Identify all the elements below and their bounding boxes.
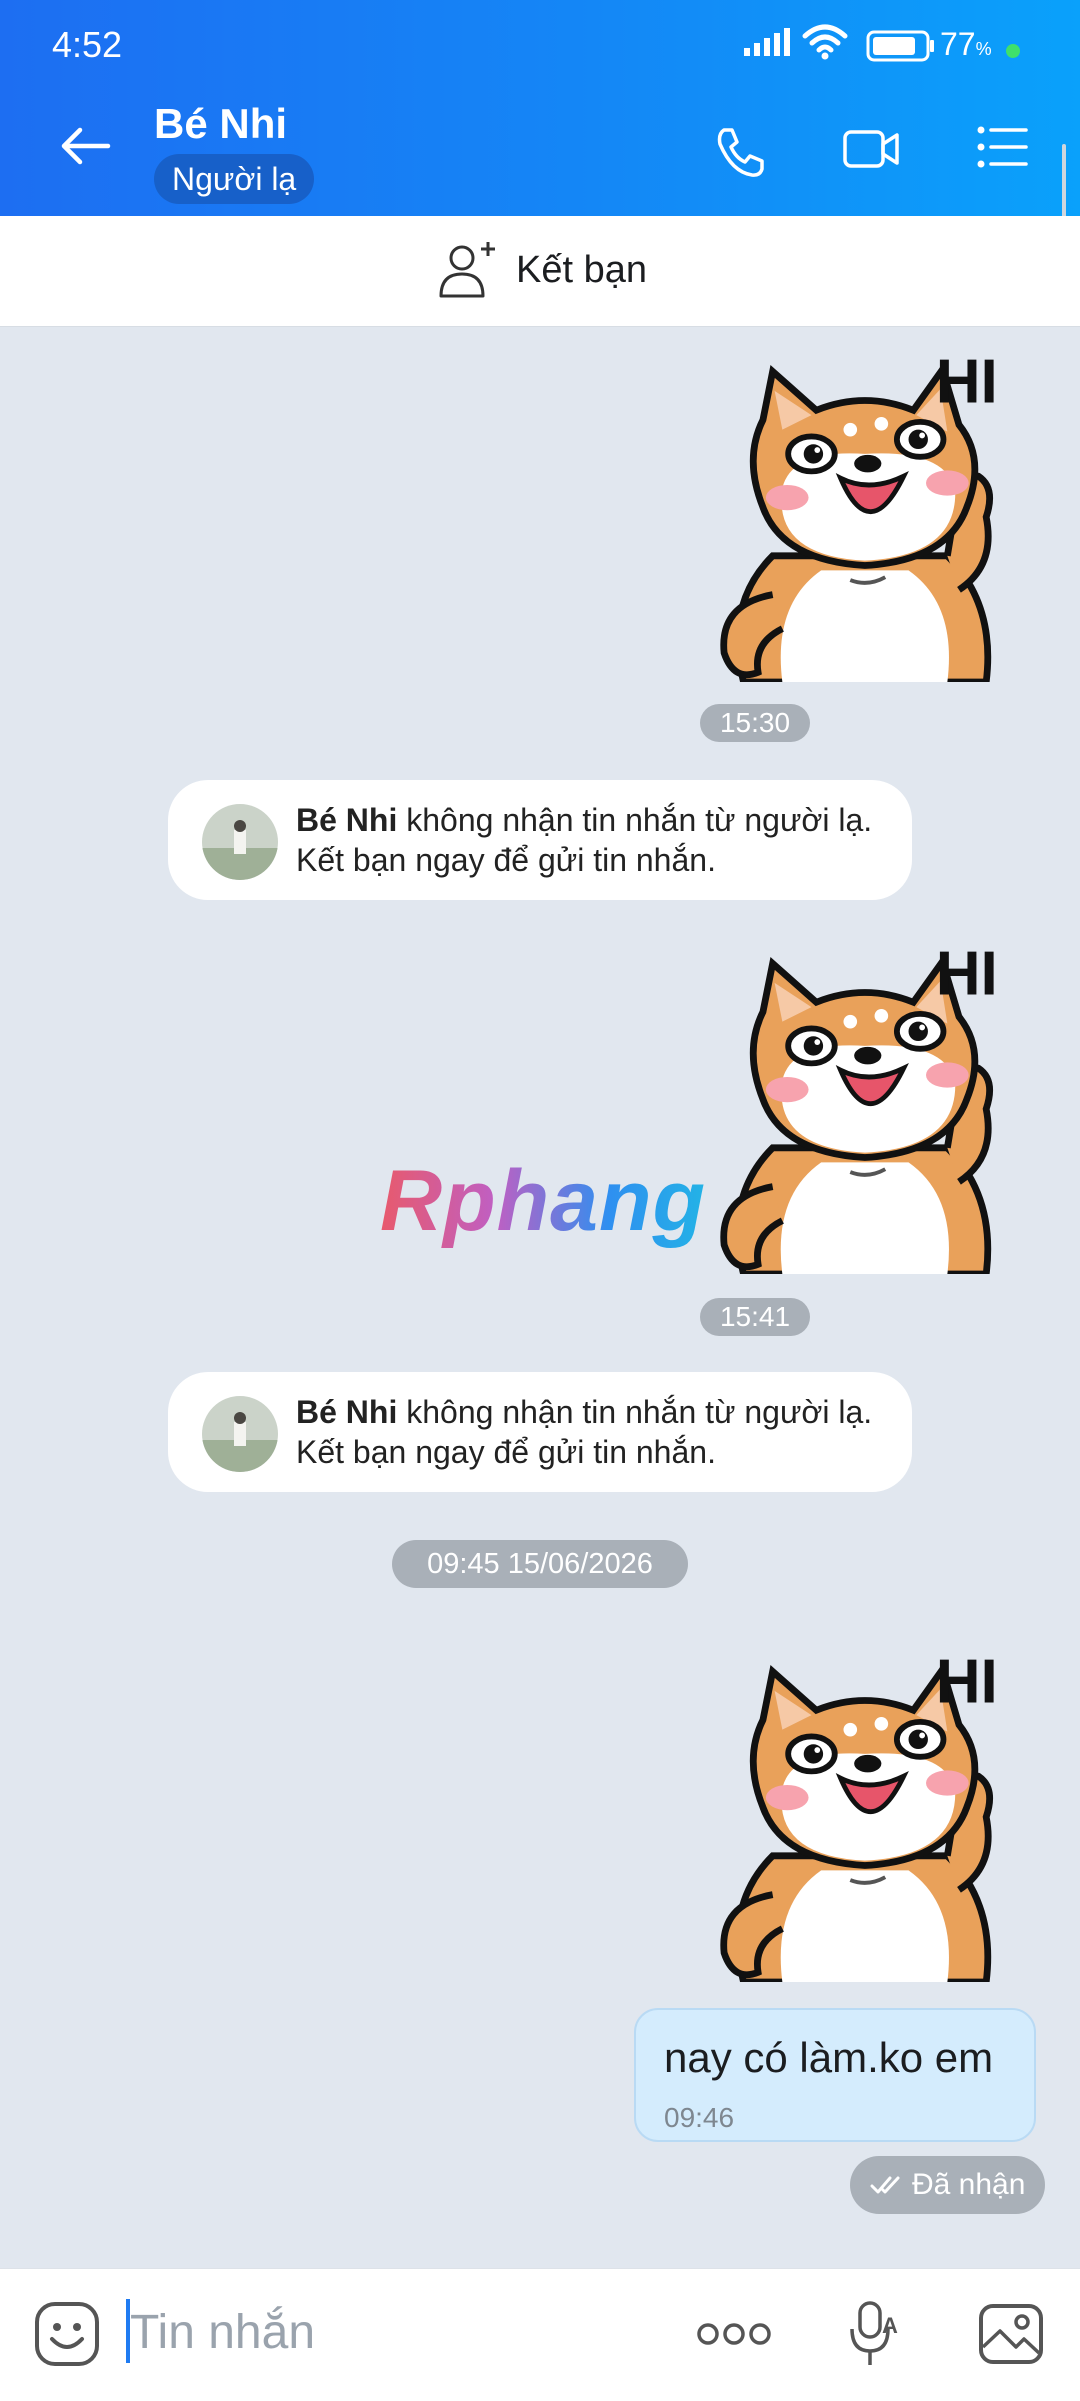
more-options-icon[interactable] <box>696 2319 772 2349</box>
sticker-hi[interactable]: HI <box>700 1647 1020 1982</box>
message-text: nay có làm.ko em <box>664 2034 994 2081</box>
system-message-text: Bé Nhi không nhận tin nhắn từ người lạ. … <box>296 1394 873 1470</box>
delivery-status-text: Đã nhận <box>912 2168 1026 2201</box>
wifi-icon <box>802 24 848 60</box>
message-input[interactable]: Tin nhắn <box>130 2305 315 2360</box>
sent-message-bubble[interactable]: nay có làm.ko em 09:46 <box>634 2008 1036 2142</box>
battery-icon <box>866 30 934 62</box>
watermark: Rphang <box>380 1153 707 1249</box>
message-input-bar: Tin nhắn A <box>0 2268 1080 2401</box>
delivery-status-badge: Đã nhận <box>850 2156 1046 2214</box>
svg-text:A: A <box>882 2313 898 2338</box>
chat-header: Bé Nhi Người lạ <box>0 84 1080 216</box>
contact-name[interactable]: Bé Nhi <box>154 100 287 148</box>
status-bar: 4:52 77% <box>0 0 1080 84</box>
system-message: Bé Nhi không nhận tin nhắn từ người lạ. … <box>168 780 912 900</box>
stranger-badge: Người lạ <box>154 154 315 204</box>
avatar[interactable] <box>202 804 278 880</box>
back-arrow-icon[interactable] <box>58 124 112 168</box>
add-friend-icon <box>439 242 495 298</box>
system-message-text: Bé Nhi không nhận tin nhắn từ người lạ. … <box>296 802 873 878</box>
add-friend-bar[interactable]: Kết bạn <box>0 216 1080 327</box>
menu-list-icon[interactable] <box>976 124 1030 170</box>
message-time: 09:46 <box>664 2102 735 2133</box>
battery-dot <box>1006 44 1020 58</box>
double-check-icon <box>870 2176 900 2194</box>
sticker-hi-text: HI <box>936 944 998 1008</box>
video-call-icon[interactable] <box>842 124 900 174</box>
phone-icon[interactable] <box>712 124 768 180</box>
add-friend-label: Kết bạn <box>516 248 647 291</box>
signal-icon <box>744 28 790 56</box>
image-gallery-icon[interactable] <box>978 2303 1044 2365</box>
sticker-hi[interactable]: HI <box>700 939 1020 1274</box>
battery-level: 77% <box>940 26 992 62</box>
voice-to-text-icon[interactable]: A <box>848 2299 904 2369</box>
status-time: 4:52 <box>52 24 123 65</box>
time-pill: 15:30 <box>700 704 810 742</box>
emoji-sticker-icon[interactable] <box>34 2301 100 2367</box>
sticker-hi-text: HI <box>936 352 998 416</box>
avatar[interactable] <box>202 1396 278 1472</box>
sticker-hi[interactable]: HI <box>700 347 1020 682</box>
sticker-hi-text: HI <box>936 1652 998 1716</box>
time-pill: 15:41 <box>700 1298 810 1336</box>
date-divider: 09:45 15/06/2026 <box>392 1540 688 1588</box>
system-message: Bé Nhi không nhận tin nhắn từ người lạ. … <box>168 1372 912 1492</box>
